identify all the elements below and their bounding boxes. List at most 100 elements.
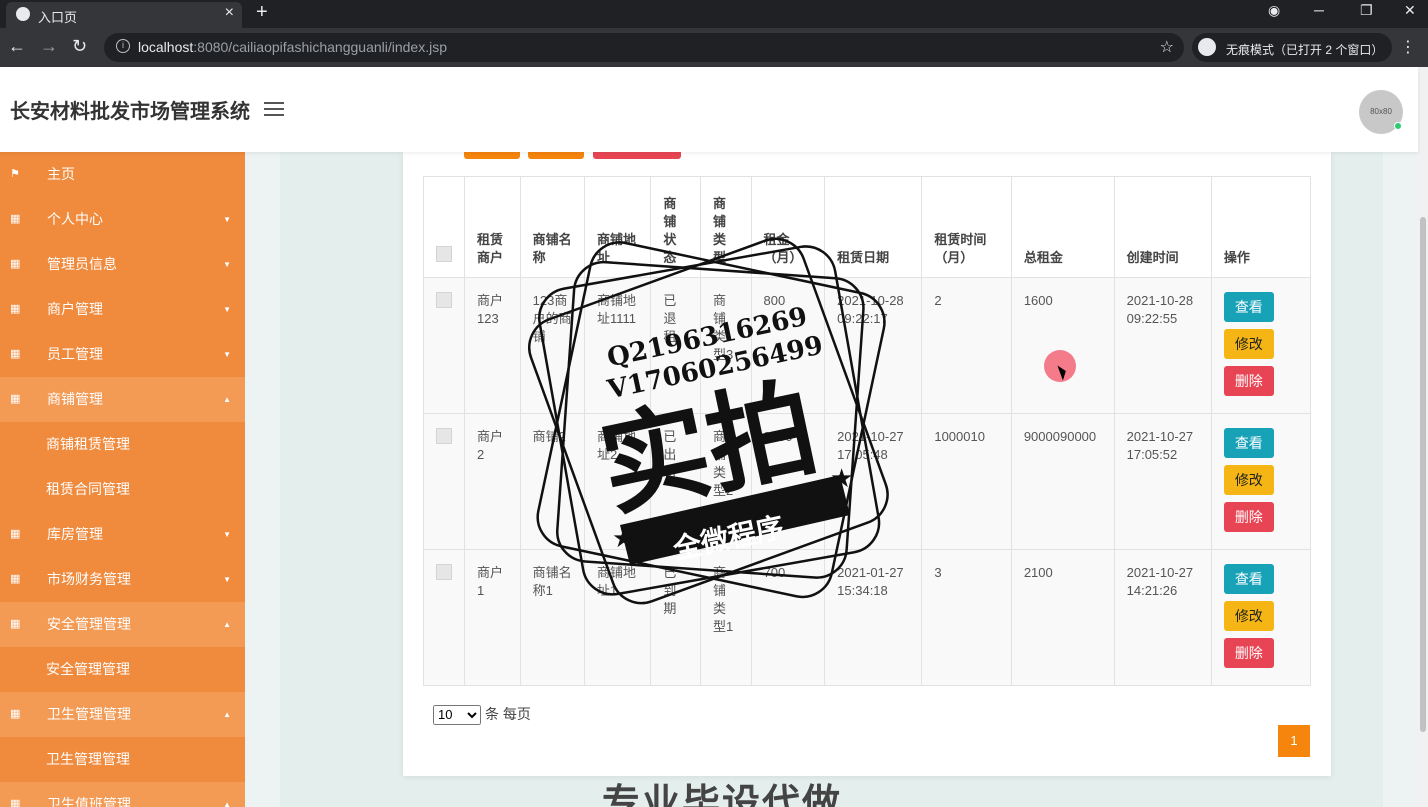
search-button[interactable] (464, 152, 520, 159)
table-cell: 9000 (750, 413, 826, 550)
sidebar-item[interactable]: ▦ 商户管理 ▼ (0, 287, 245, 332)
caret-down-icon: ▼ (223, 350, 231, 359)
maximize-icon[interactable]: ❐ (1360, 2, 1373, 19)
table-cell: 商铺类型3 (699, 277, 752, 414)
bottom-watermark-text: 专业毕设代做 (602, 783, 843, 807)
table-header-row: 租赁商户 商铺名称 商铺地址 商铺状态 商铺类型 租金（月） 租赁日期 租赁时间… (423, 176, 1312, 278)
browser-tab[interactable]: 入口页 × (6, 2, 242, 28)
view-button[interactable]: 查看 (1223, 564, 1274, 594)
table-cell: 已退租 (650, 277, 701, 414)
table-cell: 2021-10-27 17:05:52 (1113, 413, 1212, 550)
sidebar-item-label: 主页 (47, 166, 75, 182)
edit-button[interactable]: 修改 (1223, 465, 1274, 495)
scrollbar-thumb[interactable] (1420, 217, 1426, 732)
table-cell: 商铺地址1 (583, 549, 652, 686)
grid-icon: ▦ (10, 708, 21, 720)
col-header: 商铺名称 (519, 176, 586, 278)
profile-icon[interactable]: ◉ (1268, 2, 1280, 19)
row-checkbox[interactable] (436, 564, 452, 580)
forward-icon[interactable]: → (40, 36, 58, 57)
caret-up-icon: ▲ (223, 395, 231, 404)
bookmark-star-icon[interactable]: ☆ (1160, 37, 1174, 57)
close-icon[interactable]: × (225, 4, 234, 22)
sidebar-subitem[interactable]: 安全管理管理 (0, 647, 245, 692)
sidebar-item[interactable]: ▦ 卫生管理管理 ▲ (0, 692, 245, 737)
minimize-icon[interactable]: ─ (1314, 2, 1324, 18)
page-scrollbar[interactable] (1418, 67, 1428, 807)
caret-down-icon: ▼ (223, 575, 231, 584)
sidebar-item[interactable]: ▦ 管理员信息 ▼ (0, 242, 245, 287)
table-cell: 商户123 (464, 277, 521, 414)
grid-icon: ▦ (10, 303, 21, 315)
add-button[interactable] (528, 152, 585, 159)
sidebar-item-label: 库房管理 (47, 526, 103, 542)
sidebar-item[interactable]: ▦ 卫生值班管理 ▲ (0, 782, 245, 807)
sidebar-item[interactable]: ▦ 员工管理 ▼ (0, 332, 245, 377)
table-row: 商户1 商铺名称1 商铺地址1 已到期 商铺类型1 700 2021-01-27 15:34… (423, 549, 1312, 686)
grid-icon: ▦ (10, 573, 21, 585)
page-size-label: 条 每页 (485, 706, 531, 722)
sidebar-subitem[interactable]: 租赁合同管理 (0, 467, 245, 512)
table-cell: 800 (750, 277, 826, 414)
reload-icon[interactable]: ↻ (72, 36, 87, 57)
caret-up-icon: ▲ (223, 710, 231, 719)
hamburger-menu-icon[interactable] (264, 102, 284, 116)
sidebar-item-label: 卫生值班管理 (47, 796, 131, 807)
sidebar-item[interactable]: ▦ 商铺管理 ▲ (0, 377, 245, 422)
sidebar-subitem[interactable]: 卫生管理管理 (0, 737, 245, 782)
edit-button[interactable]: 修改 (1223, 329, 1274, 359)
table-cell: 商铺2 (519, 413, 586, 550)
batch-delete-button[interactable] (592, 152, 681, 159)
col-header: 租金（月） (750, 176, 826, 278)
incognito-label: 无痕模式（已打开 2 个窗口） (1226, 43, 1384, 57)
table-row: 商户123 123商户的商铺 商铺地址1111 已退租 商铺类型3 800 2021-10-… (423, 277, 1312, 414)
table-cell: 1000010 (921, 413, 1012, 550)
url-field[interactable]: i localhost:8080/cailiaopifashichangguan… (104, 33, 1184, 62)
actions-cell: 查看 修改 删除 (1210, 413, 1312, 550)
edit-button[interactable]: 修改 (1223, 601, 1274, 631)
caret-up-icon: ▲ (223, 620, 231, 629)
table-cell: 商铺名称1 (519, 549, 586, 686)
view-button[interactable]: 查看 (1223, 292, 1274, 322)
globe-icon (16, 7, 30, 21)
sidebar-item[interactable]: ▦ 市场财务管理 ▼ (0, 557, 245, 602)
delete-button[interactable]: 删除 (1223, 502, 1274, 532)
row-checkbox[interactable] (436, 428, 452, 444)
incognito-indicator[interactable]: 无痕模式（已打开 2 个窗口） (1192, 33, 1392, 62)
grid-icon: ▦ (10, 528, 21, 540)
delete-button[interactable]: 删除 (1223, 366, 1274, 396)
select-all-checkbox[interactable] (436, 246, 452, 262)
view-button[interactable]: 查看 (1223, 428, 1274, 458)
info-icon[interactable]: i (116, 39, 130, 53)
table-cell: 2021-10-28 09:22:17 (824, 277, 923, 414)
sidebar-item[interactable]: ▦ 个人中心 ▼ (0, 197, 245, 242)
browser-menu-icon[interactable]: ⋮ (1400, 37, 1416, 57)
sidebar-item[interactable]: ▦ 库房管理 ▼ (0, 512, 245, 557)
sidebar: ⚑ 主页 ▦ 个人中心 ▼ ▦ 管理员信息 ▼ ▦ 商户管理 ▼ ▦ 员工管理 ▼ ▦ 商铺管理 ▲ 商铺租赁管理… (0, 152, 245, 807)
col-header: 操作 (1210, 176, 1312, 278)
sidebar-item-label: 商户管理 (47, 301, 103, 317)
tab-title: 入口页 (38, 10, 78, 25)
new-tab-icon[interactable]: + (256, 1, 268, 24)
sidebar-item-label: 员工管理 (47, 346, 103, 362)
toolbar-buttons (464, 152, 685, 159)
table-cell: 已到期 (650, 549, 701, 686)
sidebar-subitem[interactable]: 商铺租赁管理 (0, 422, 245, 467)
page-size-select[interactable]: 10 (433, 704, 481, 725)
row-checkbox[interactable] (436, 292, 452, 308)
row-select-cell (423, 413, 465, 550)
page-button-1[interactable]: 1 (1278, 725, 1310, 757)
window-close-icon[interactable]: ✕ (1404, 2, 1416, 19)
delete-button[interactable]: 删除 (1223, 638, 1274, 668)
page-size-control: 10条 每页 (433, 704, 531, 725)
table-cell: 商户2 (464, 413, 521, 550)
grid-icon: ▦ (10, 618, 21, 630)
table-cell: 9000090000 (1010, 413, 1115, 550)
table-cell: 已出租 (650, 413, 701, 550)
table-cell: 1600 (1010, 277, 1115, 414)
sidebar-item[interactable]: ⚑ 主页 (0, 152, 245, 197)
sidebar-item[interactable]: ▦ 安全管理管理 ▲ (0, 602, 245, 647)
back-icon[interactable]: ← (8, 36, 26, 57)
select-all-cell (423, 176, 465, 278)
content-panel: 租赁商户 商铺名称 商铺地址 商铺状态 商铺类型 租金（月） 租赁日期 租赁时间… (280, 152, 1383, 807)
